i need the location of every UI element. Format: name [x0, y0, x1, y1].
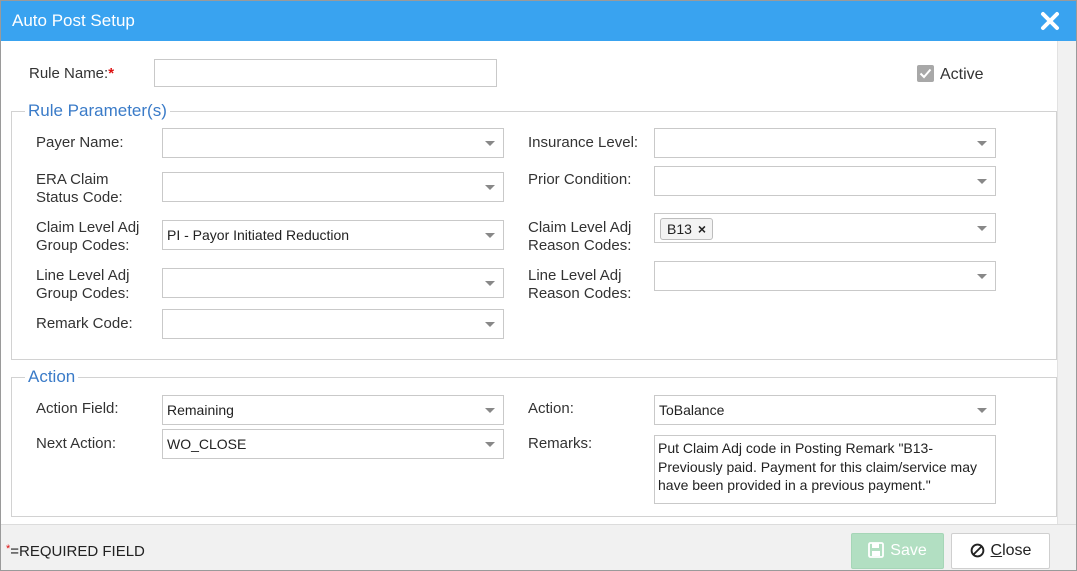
chevron-down-icon	[485, 185, 495, 190]
insurance-level-label: Insurance Level:	[528, 134, 639, 151]
action-select[interactable]: ToBalance	[654, 395, 996, 425]
chevron-down-icon	[485, 141, 495, 146]
auto-post-setup-dialog: Auto Post Setup Rule Name:* Active Rule …	[0, 0, 1077, 571]
vertical-scrollbar[interactable]	[1057, 41, 1076, 524]
claim-adj-reason-select[interactable]: B13 ×	[654, 213, 996, 243]
dialog-footer: *=REQUIRED FIELD Save Close	[1, 524, 1076, 570]
required-field-note: *=REQUIRED FIELD	[6, 543, 145, 560]
chevron-down-icon	[977, 179, 987, 184]
claim-adj-reason-label: Claim Level Adj Reason Codes:	[528, 219, 632, 254]
line-adj-group-select[interactable]	[162, 268, 504, 298]
prior-condition-label: Prior Condition:	[528, 171, 632, 188]
chevron-down-icon	[485, 442, 495, 447]
chevron-down-icon	[485, 408, 495, 413]
era-claim-status-label: ERA Claim Status Code:	[36, 171, 123, 206]
remark-code-label: Remark Code:	[36, 315, 133, 332]
next-action-label: Next Action:	[36, 435, 117, 452]
prior-condition-select[interactable]	[654, 166, 996, 196]
remark-code-select[interactable]	[162, 309, 504, 339]
line-adj-reason-select[interactable]	[654, 261, 996, 291]
rule-name-input[interactable]	[154, 59, 497, 87]
payer-name-select[interactable]	[162, 128, 504, 158]
chevron-down-icon	[977, 408, 987, 413]
line-adj-group-label: Line Level Adj Group Codes:	[36, 267, 130, 302]
dialog-title: Auto Post Setup	[12, 11, 135, 30]
claim-adj-group-label: Claim Level Adj Group Codes:	[36, 219, 140, 254]
action-field-select[interactable]: Remaining	[162, 395, 504, 425]
remove-chip-icon[interactable]: ×	[698, 221, 706, 237]
era-claim-status-select[interactable]	[162, 172, 504, 202]
ban-icon	[970, 543, 984, 558]
action-field-label: Action Field:	[36, 400, 119, 417]
chevron-down-icon	[485, 322, 495, 327]
rule-parameters-legend: Rule Parameter(s)	[25, 101, 170, 121]
chevron-down-icon	[977, 226, 987, 231]
claim-adj-group-select[interactable]: PI - Payor Initiated Reduction	[162, 220, 504, 250]
floppy-disk-icon	[868, 542, 885, 558]
active-label: Active	[940, 66, 984, 83]
close-button[interactable]: Close	[951, 533, 1050, 569]
remarks-label: Remarks:	[528, 435, 593, 452]
remarks-textarea[interactable]: Put Claim Adj code in Posting Remark "B1…	[654, 435, 996, 504]
action-label: Action:	[528, 400, 574, 417]
close-x-icon[interactable]	[1036, 7, 1064, 35]
insurance-level-select[interactable]	[654, 128, 996, 158]
payer-name-label: Payer Name:	[36, 134, 124, 151]
chevron-down-icon	[485, 233, 495, 238]
action-legend: Action	[25, 367, 79, 387]
reason-code-chip: B13 ×	[660, 218, 714, 240]
title-bar: Auto Post Setup	[1, 1, 1076, 41]
save-button[interactable]: Save	[851, 533, 944, 569]
chevron-down-icon	[977, 274, 987, 279]
line-adj-reason-label: Line Level Adj Reason Codes:	[528, 267, 632, 302]
next-action-select[interactable]: WO_CLOSE	[162, 429, 504, 459]
chevron-down-icon	[485, 281, 495, 286]
chevron-down-icon	[977, 141, 987, 146]
active-checkbox[interactable]	[917, 65, 934, 82]
rule-name-label: Rule Name:*	[29, 65, 115, 82]
